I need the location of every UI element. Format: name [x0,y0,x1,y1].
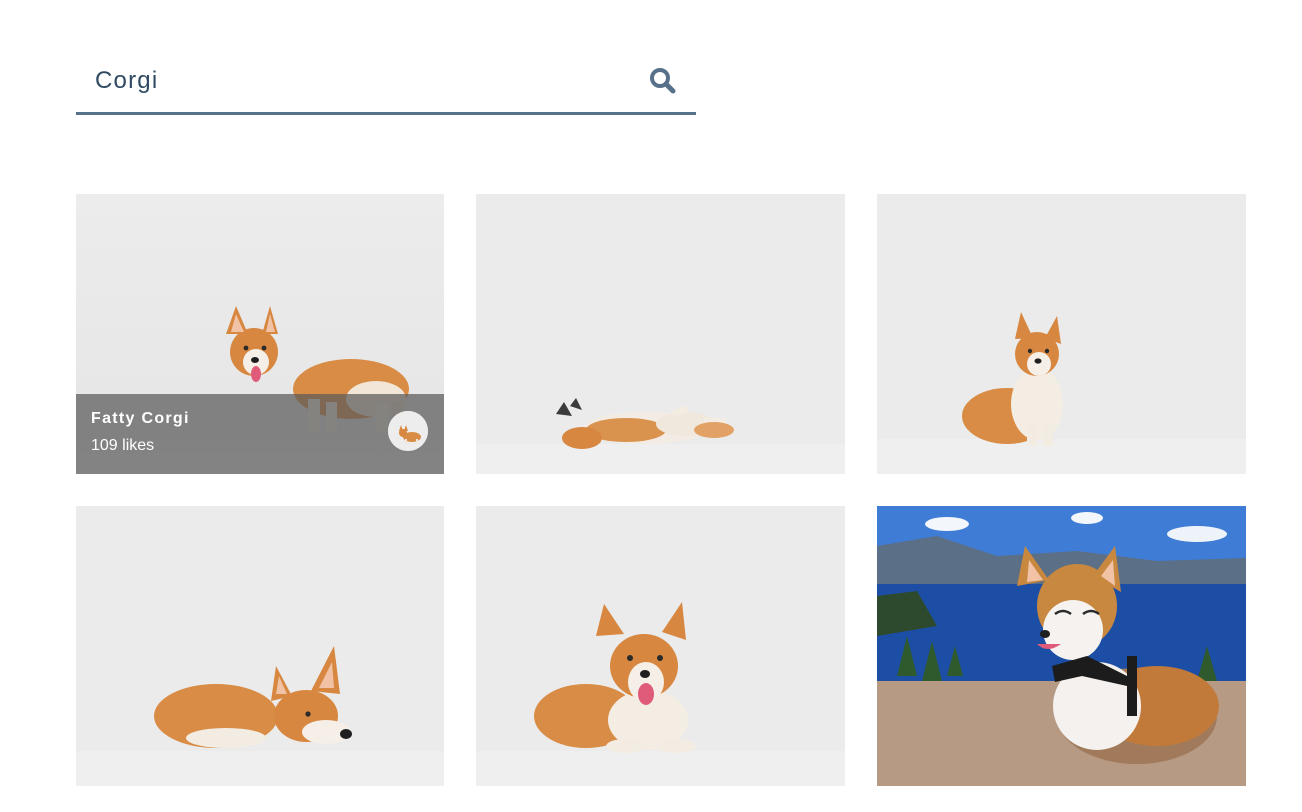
avatar-corgi-thumbnail [388,411,428,451]
search-icon [650,68,676,94]
photo-card[interactable] [877,194,1246,474]
search-bar [76,50,696,115]
search-input[interactable] [76,50,636,112]
photo-likes-count: 109 likes [91,437,155,454]
photo-card[interactable] [877,506,1246,786]
photo-info-overlay: Fatty Corgi 109 likes [76,394,444,474]
avatar[interactable] [388,411,428,451]
corgi-lake-photo [877,506,1246,786]
corgi-sitting-photo [877,194,1246,474]
search-button[interactable] [648,66,678,96]
corgi-smiling-photo [476,506,845,786]
corgi-lying-photo [76,506,444,786]
photo-card[interactable]: Fatty Corgi 109 likes [76,194,444,474]
corgi-rolling-photo [476,194,845,474]
photo-card[interactable] [476,506,845,786]
photo-card[interactable] [476,194,845,474]
photo-grid: Fatty Corgi 109 likes [76,194,1246,786]
photo-title: Fatty Corgi [91,410,190,427]
photo-card[interactable] [76,506,444,786]
